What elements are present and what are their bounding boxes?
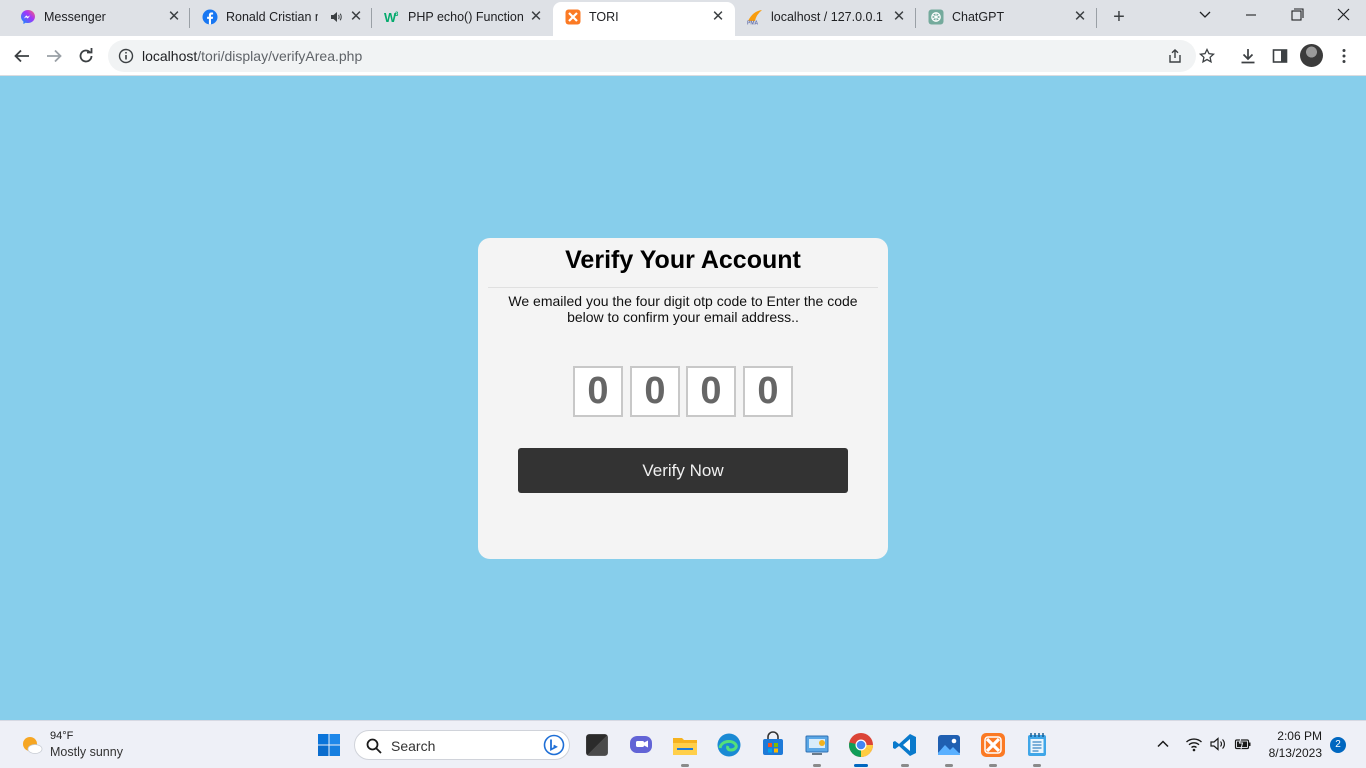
verify-card: Verify Your Account We emailed you the f… xyxy=(478,238,888,559)
speaker-icon[interactable] xyxy=(330,11,342,23)
close-tab-icon[interactable]: ✕ xyxy=(528,9,544,25)
tab-title: localhost / 127.0.0.1 / xyxy=(771,10,885,24)
tab-phpmyadmin[interactable]: PMA localhost / 127.0.0.1 / ✕ xyxy=(735,0,916,34)
chrome-icon[interactable] xyxy=(839,725,883,767)
teams-chat-icon[interactable] xyxy=(627,731,655,759)
tab-facebook[interactable]: Ronald Cristian m ✕ xyxy=(190,0,372,34)
new-tab-button[interactable]: + xyxy=(1108,6,1130,28)
svg-text:PMA: PMA xyxy=(747,21,759,26)
address-bar[interactable]: localhost/tori/display/verifyArea.php xyxy=(108,40,1215,72)
notification-badge[interactable]: 2 xyxy=(1330,737,1346,753)
title-divider xyxy=(488,287,878,288)
close-tab-icon[interactable]: ✕ xyxy=(891,9,907,25)
kebab-menu-icon xyxy=(1342,49,1346,63)
download-icon xyxy=(1241,49,1255,64)
forward-button[interactable] xyxy=(42,44,66,68)
close-tab-icon[interactable]: ✕ xyxy=(166,9,182,25)
xampp-control-icon[interactable] xyxy=(979,731,1007,767)
minimize-icon[interactable] xyxy=(1239,4,1263,26)
tab-title: PHP echo() Function xyxy=(408,10,524,24)
page-title: Verify Your Account xyxy=(565,246,801,274)
xampp-icon xyxy=(565,9,581,25)
chatgpt-icon xyxy=(928,9,944,25)
wifi-icon[interactable] xyxy=(1185,735,1203,753)
tab-tori[interactable]: TORI ✕ xyxy=(553,2,735,36)
back-button[interactable] xyxy=(10,44,34,68)
photos-icon[interactable] xyxy=(935,731,963,767)
search-icon xyxy=(366,738,382,754)
search-placeholder: Search xyxy=(391,738,436,754)
tab-messenger[interactable]: Messenger ✕ xyxy=(8,0,190,34)
tab-search-chevron-icon[interactable] xyxy=(1193,4,1217,26)
otp-digit-2[interactable] xyxy=(630,366,680,417)
arrow-right-icon xyxy=(47,49,62,63)
windows-start-icon[interactable] xyxy=(317,733,341,757)
svg-text:3: 3 xyxy=(395,12,399,18)
file-explorer-icon[interactable] xyxy=(671,731,699,767)
volume-icon[interactable] xyxy=(1209,735,1227,753)
show-hidden-icons-chevron-icon[interactable] xyxy=(1154,735,1172,753)
bookmark-star-icon[interactable] xyxy=(1199,48,1215,64)
browser-toolbar: localhost/tori/display/verifyArea.php xyxy=(0,36,1366,76)
close-tab-icon[interactable]: ✕ xyxy=(1072,9,1088,25)
tab-title: Ronald Cristian m xyxy=(226,10,318,24)
otp-digit-4[interactable] xyxy=(743,366,793,417)
browser-menu-button[interactable] xyxy=(1332,44,1356,68)
messenger-icon xyxy=(21,10,35,24)
close-tab-icon[interactable]: ✕ xyxy=(710,9,726,25)
clock-time: 2:06 PM xyxy=(1277,729,1322,743)
url-path: /tori/display/verifyArea.php xyxy=(197,48,363,64)
verify-now-button[interactable]: Verify Now xyxy=(518,448,848,493)
tab-separator xyxy=(1096,8,1097,28)
tab-w3schools[interactable]: W 3 PHP echo() Function ✕ xyxy=(372,0,552,34)
tab-title: Messenger xyxy=(44,10,106,24)
profile-avatar[interactable] xyxy=(1300,44,1323,67)
bing-chat-icon[interactable] xyxy=(543,734,565,756)
tab-title: ChatGPT xyxy=(952,10,1005,24)
close-tab-icon[interactable]: ✕ xyxy=(348,9,364,25)
side-panel-button[interactable] xyxy=(1268,44,1292,68)
partly-sunny-icon xyxy=(23,737,43,754)
reload-button[interactable] xyxy=(74,44,98,68)
weather-temperature: 94°F xyxy=(50,730,74,742)
task-view-icon[interactable] xyxy=(586,734,608,756)
phpmyadmin-icon: PMA xyxy=(747,10,762,26)
control-panel-icon[interactable] xyxy=(803,731,831,767)
otp-digit-3[interactable] xyxy=(686,366,736,417)
microsoft-store-icon[interactable] xyxy=(759,731,787,759)
taskbar: 94°F Mostly sunny Search 2:06 PM 8/13/20… xyxy=(0,720,1366,768)
page-viewport: Verify Your Account We emailed you the f… xyxy=(0,77,1366,720)
tab-title: TORI xyxy=(589,10,619,24)
taskbar-search[interactable]: Search xyxy=(354,730,570,760)
downloads-button[interactable] xyxy=(1236,44,1260,68)
site-info-icon[interactable] xyxy=(118,48,134,64)
tab-strip: Messenger ✕ Ronald Cristian m ✕ W 3 PHP … xyxy=(0,0,1366,36)
facebook-icon xyxy=(202,9,218,25)
url-text: localhost/tori/display/verifyArea.php xyxy=(142,48,362,64)
vscode-icon[interactable] xyxy=(891,731,919,767)
battery-charging-icon[interactable] xyxy=(1234,735,1252,753)
arrow-left-icon xyxy=(14,49,29,63)
restore-icon[interactable] xyxy=(1285,4,1309,26)
edge-browser-icon[interactable] xyxy=(715,731,743,759)
tab-chatgpt[interactable]: ChatGPT ✕ xyxy=(916,0,1097,34)
otp-digit-1[interactable] xyxy=(573,366,623,417)
clock-date: 8/13/2023 xyxy=(1268,746,1322,760)
side-panel-icon xyxy=(1272,49,1288,63)
url-host: localhost xyxy=(142,48,198,64)
w3schools-icon: W 3 xyxy=(384,10,399,25)
verify-instructions: We emailed you the four digit otp code t… xyxy=(508,293,858,325)
notepad-icon[interactable] xyxy=(1023,731,1051,767)
share-icon[interactable] xyxy=(1167,48,1183,64)
reload-icon xyxy=(79,48,93,63)
close-window-icon[interactable] xyxy=(1331,4,1355,26)
weather-condition: Mostly sunny xyxy=(50,745,123,759)
